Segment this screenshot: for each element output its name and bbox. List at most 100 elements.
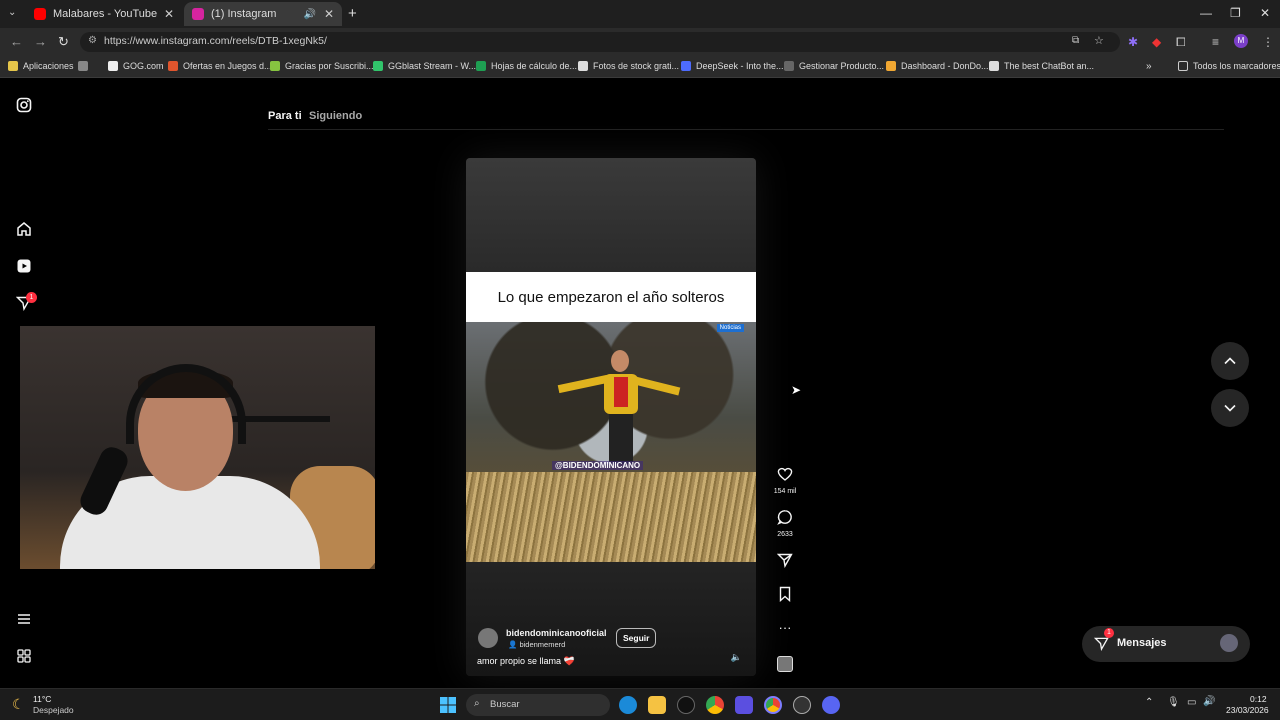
messages-badge: 1 <box>1104 628 1114 638</box>
youtube-icon <box>34 8 46 20</box>
close-icon[interactable]: ✕ <box>164 7 174 21</box>
grid-icon <box>78 61 88 71</box>
bookmark-apps[interactable]: Aplicaciones <box>8 61 74 71</box>
tab-siguiendo[interactable]: Siguiendo <box>309 110 362 122</box>
bookmark-item[interactable]: Gestionar Producto... <box>784 61 884 71</box>
windows-start-icon[interactable] <box>440 697 456 713</box>
avatar[interactable] <box>478 628 498 648</box>
app-icon[interactable] <box>735 696 753 714</box>
bookmark-tabs-grid[interactable] <box>78 61 93 71</box>
extension-icon[interactable]: ✱ <box>1128 35 1138 49</box>
clock-date[interactable]: 23/03/2026 <box>1226 705 1269 715</box>
avatar <box>1220 634 1238 652</box>
steam-icon[interactable] <box>793 696 811 714</box>
more-options-button[interactable]: ··· <box>772 620 798 635</box>
bookmark-item[interactable]: Gracias por Suscribi... <box>270 61 374 71</box>
bookmark-label: Hojas de cálculo de... <box>491 61 578 71</box>
extensions-puzzle-icon[interactable]: ⧠ <box>1176 35 1186 50</box>
instagram-logo-icon[interactable] <box>16 97 32 113</box>
chrome-icon[interactable] <box>706 696 724 714</box>
reel-username[interactable]: bidendominicanooficial <box>506 628 607 638</box>
tab-instagram[interactable]: (1) Instagram 🔊 ✕ <box>184 2 342 26</box>
comment-button[interactable]: 2633 <box>772 509 798 538</box>
chevron-up-icon[interactable]: ⌃ <box>1145 697 1153 708</box>
site-info-icon[interactable]: ⚙ <box>88 35 97 46</box>
bookmark-item[interactable]: Hojas de cálculo de... <box>476 61 577 71</box>
bookmark-label: GOG.com <box>123 61 164 71</box>
audio-thumbnail[interactable] <box>772 656 798 672</box>
tab-title: (1) Instagram <box>211 8 277 20</box>
microphone-icon[interactable]: 🎙 <box>1167 697 1180 708</box>
bookmark-label: The best ChatBot an... <box>1004 61 1095 71</box>
more-bookmarks-button[interactable]: » <box>1146 61 1152 72</box>
home-icon[interactable] <box>16 221 32 237</box>
reel-audio[interactable]: 👤 bidenmemerd <box>508 640 565 649</box>
new-tab-button[interactable]: + <box>348 5 357 22</box>
kid-legs <box>609 414 633 464</box>
browser-tab-bar: ⌄ Malabares - YouTube ✕ (1) Instagram 🔊 … <box>0 0 1280 28</box>
messages-button[interactable]: 1 Mensajes <box>1082 626 1250 662</box>
bookmark-item[interactable]: GGblast Stream - W... <box>373 61 476 71</box>
follow-button[interactable]: Seguir <box>616 628 657 648</box>
taskbar-search[interactable]: ⌕ Buscar <box>466 694 610 716</box>
reel-video-frame: @BIDENDOMINICANO Noticias <box>466 322 756 562</box>
bookmark-item[interactable]: DeepSeek - Into the... <box>681 61 784 71</box>
clock-time[interactable]: 0:12 <box>1250 694 1267 704</box>
mute-icon[interactable]: 🔈 <box>731 652 742 663</box>
install-app-icon[interactable]: ⧉ <box>1072 35 1079 46</box>
tab-search-icon[interactable]: ⌄ <box>8 7 16 18</box>
feed-divider <box>268 129 1224 130</box>
like-button[interactable]: 154 mil <box>772 466 798 495</box>
folder-icon <box>1178 61 1188 71</box>
tab-para-ti[interactable]: Para ti <box>268 110 302 122</box>
tag-icon <box>168 61 178 71</box>
volume-icon[interactable]: 🔊 <box>1203 696 1215 707</box>
next-reel-button[interactable] <box>1211 389 1249 427</box>
menu-icon[interactable]: ⋮ <box>1262 35 1274 49</box>
speaker-icon[interactable]: 🔊 <box>303 9 315 20</box>
discord-icon[interactable] <box>822 696 840 714</box>
extension-icon[interactable]: ◆ <box>1152 35 1161 49</box>
tab-youtube[interactable]: Malabares - YouTube ✕ <box>26 2 182 26</box>
weather-temp[interactable]: 11°C <box>33 694 51 704</box>
more-menu-icon[interactable] <box>16 611 32 627</box>
kid-shirt <box>614 377 628 407</box>
bookmark-item[interactable]: GOG.com <box>108 61 164 71</box>
minimize-button[interactable]: — <box>1200 6 1212 20</box>
close-window-button[interactable]: ✕ <box>1260 6 1270 20</box>
reading-list-icon[interactable]: ≡ <box>1212 35 1219 49</box>
also-from-meta-icon[interactable] <box>16 648 32 664</box>
weather-desc[interactable]: Despejado <box>33 705 74 715</box>
bookmark-item[interactable]: Fotos de stock grati... <box>578 61 679 71</box>
profile-avatar[interactable]: M <box>1234 34 1248 48</box>
bookmark-item[interactable]: The best ChatBot an... <box>989 61 1094 71</box>
all-bookmarks-button[interactable]: Todos los marcadores <box>1178 61 1280 71</box>
maximize-button[interactable]: ❐ <box>1230 6 1241 20</box>
previous-reel-button[interactable] <box>1211 342 1249 380</box>
network-icon[interactable]: ▭ <box>1187 697 1196 708</box>
chrome-profile-icon[interactable] <box>764 696 782 714</box>
save-button[interactable] <box>772 586 798 607</box>
close-icon[interactable]: ✕ <box>324 7 334 21</box>
app-icon[interactable] <box>677 696 695 714</box>
news-tag: Noticias <box>716 324 744 332</box>
share-button[interactable] <box>772 552 798 573</box>
reels-icon[interactable] <box>16 258 32 274</box>
bookmark-label: Dashboard - DonDo... <box>901 61 989 71</box>
edge-icon[interactable] <box>619 696 637 714</box>
sheets-icon <box>476 61 486 71</box>
back-button[interactable]: ← <box>10 34 23 49</box>
reel-footer: bidendominicanooficial 👤 bidenmemerd Seg… <box>466 562 756 676</box>
address-bar[interactable]: ⚙ https://www.instagram.com/reels/DTB-1x… <box>80 32 1120 52</box>
comment-count: 2633 <box>777 531 793 538</box>
bookmark-item[interactable]: Dashboard - DonDo... <box>886 61 989 71</box>
reload-button[interactable]: ↻ <box>58 34 69 50</box>
chevron-up-icon <box>1224 357 1236 365</box>
file-explorer-icon[interactable] <box>648 696 666 714</box>
bookmark-label: Ofertas en Juegos d... <box>183 61 272 71</box>
bookmark-item[interactable]: Ofertas en Juegos d... <box>168 61 272 71</box>
forward-button[interactable]: → <box>34 34 47 49</box>
bookmark-star-icon[interactable]: ☆ <box>1094 34 1104 47</box>
instagram-page: 1 Para ti Siguiendo Lo que empezaron el … <box>0 80 1280 688</box>
reel-video[interactable]: Lo que empezaron el año solteros @BIDEND… <box>466 158 756 676</box>
